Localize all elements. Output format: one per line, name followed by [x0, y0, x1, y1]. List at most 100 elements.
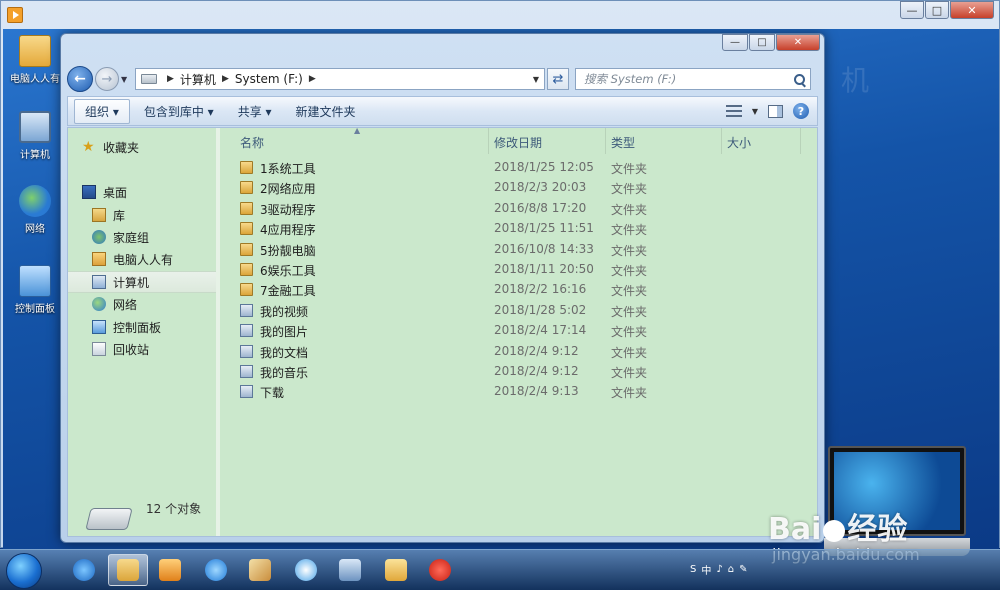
chevron-right-icon[interactable]: ▶	[222, 74, 229, 84]
file-row[interactable]: 2网络应用 2018/2/3 20:03 文件夹	[230, 178, 790, 198]
column-divider[interactable]	[605, 128, 606, 154]
file-row[interactable]: 5扮靓电脑 2016/10/8 14:33 文件夹	[230, 240, 790, 260]
column-header-type[interactable]: 类型	[611, 134, 635, 151]
file-manager-icon	[385, 559, 407, 581]
column-header-date[interactable]: 修改日期	[494, 134, 542, 151]
explorer-maximize-button[interactable]: □	[749, 34, 775, 51]
help-icon[interactable]: ?	[793, 103, 809, 119]
new-folder-button[interactable]: 新建文件夹	[286, 100, 366, 123]
column-divider[interactable]	[800, 128, 801, 154]
search-icon[interactable]	[794, 73, 805, 85]
file-row[interactable]: 3驱动程序 2016/8/8 17:20 文件夹	[230, 199, 790, 219]
file-name: 1系统工具	[260, 162, 316, 176]
faint-watermark: 机	[840, 64, 869, 97]
search-input[interactable]: 搜索 System (F:)	[575, 68, 811, 90]
file-row[interactable]: 6娱乐工具 2018/1/11 20:50 文件夹	[230, 260, 790, 280]
chevron-right-icon[interactable]: ▶	[309, 74, 316, 84]
homegroup-icon	[92, 230, 106, 244]
tray-sound-icon[interactable]: ♪	[716, 564, 722, 575]
nav-item-label: 回收站	[113, 342, 150, 357]
column-divider[interactable]	[488, 128, 489, 154]
file-type: 文件夹	[611, 202, 648, 217]
desktop-icon-control-panel[interactable]: 控制面板	[7, 265, 63, 315]
column-header-size[interactable]: 大小	[727, 134, 751, 151]
taskbar-chess[interactable]	[420, 554, 460, 586]
nav-item-label: 桌面	[103, 185, 128, 200]
explorer-minimize-button[interactable]: —	[722, 34, 748, 51]
outer-maximize-button[interactable]: □	[925, 1, 949, 19]
taskbar-cloud[interactable]	[286, 554, 326, 586]
baidu-logo-right: 经验	[847, 512, 908, 547]
nav-item-network[interactable]: 网络	[68, 293, 216, 315]
taskbar-remote-desktop[interactable]	[330, 554, 370, 586]
file-date: 2018/2/4 9:13	[494, 384, 579, 399]
desktop-icon-label: 电脑人人有	[10, 74, 60, 85]
share-button[interactable]: 共享 ▾	[228, 100, 282, 123]
file-row[interactable]: 我的图片 2018/2/4 17:14 文件夹	[230, 321, 790, 341]
nav-item-libraries[interactable]: 库	[68, 204, 216, 226]
outer-minimize-button[interactable]: —	[900, 1, 924, 19]
folder-icon	[240, 161, 253, 174]
taskbar-chat[interactable]	[196, 554, 236, 586]
explorer-icon	[117, 559, 139, 581]
outer-titlebar: — □ ✕	[1, 1, 999, 29]
file-row[interactable]: 我的文档 2018/2/4 9:12 文件夹	[230, 342, 790, 362]
change-view-icon[interactable]	[725, 105, 742, 117]
file-list: ▲ 名称 修改日期 类型 大小 1系统工具 2018/1/25 12:05 文件夹 2…	[224, 126, 817, 536]
tray-pen-icon[interactable]: ✎	[739, 564, 747, 575]
taskbar-media-player[interactable]	[150, 554, 190, 586]
nav-item-label: 网络	[113, 297, 138, 312]
file-row[interactable]: 我的音乐 2018/2/4 9:12 文件夹	[230, 362, 790, 382]
explorer-close-button[interactable]: ✕	[776, 34, 820, 51]
file-date: 2018/2/4 9:12	[494, 364, 579, 378]
preview-pane-icon[interactable]	[768, 104, 783, 118]
file-row[interactable]: 7金融工具 2018/2/2 16:16 文件夹	[230, 280, 790, 300]
start-button[interactable]	[6, 553, 42, 589]
organize-button[interactable]: 组织 ▾	[74, 98, 130, 124]
documents-folder-icon	[240, 344, 253, 358]
taskbar-paint[interactable]	[240, 554, 280, 586]
toolbar-right-group: ▼ ?	[725, 103, 809, 119]
forward-button[interactable]: →	[95, 67, 119, 91]
library-icon	[92, 208, 106, 222]
nav-item-control-panel[interactable]: 控制面板	[68, 316, 216, 338]
taskbar-internet-explorer[interactable]	[64, 554, 104, 586]
file-row[interactable]: 1系统工具 2018/1/25 12:05 文件夹	[230, 158, 790, 178]
address-dropdown-icon[interactable]: ▼	[528, 75, 544, 84]
view-dropdown-icon[interactable]: ▼	[752, 107, 758, 116]
file-row[interactable]: 4应用程序 2018/1/25 11:51 文件夹	[230, 219, 790, 239]
breadcrumb-computer[interactable]: 计算机	[180, 71, 216, 88]
nav-item-recycle-bin[interactable]: 回收站	[68, 338, 216, 360]
chess-icon	[429, 559, 451, 581]
outer-close-button[interactable]: ✕	[950, 1, 994, 19]
nav-item-desktop[interactable]: 桌面	[68, 181, 216, 203]
desktop-icon-computer[interactable]: 计算机	[7, 111, 63, 161]
nav-item-user-folder[interactable]: 电脑人人有	[68, 248, 216, 270]
folder-icon	[240, 181, 253, 195]
file-date: 2016/10/8 14:33	[494, 241, 594, 256]
nav-item-favorites[interactable]: ★ 收藏夹	[68, 136, 216, 158]
file-date: 2018/2/2 16:16	[494, 282, 587, 297]
tray-network-icon[interactable]: ⌂	[728, 564, 734, 575]
file-row[interactable]: 我的视频 2018/1/28 5:02 文件夹	[230, 301, 790, 321]
nav-item-computer[interactable]: 计算机	[68, 271, 216, 293]
taskbar-file-manager[interactable]	[376, 554, 416, 586]
include-in-library-button[interactable]: 包含到库中 ▾	[134, 100, 224, 123]
file-row[interactable]: 下载 2018/2/4 9:13 文件夹	[230, 382, 790, 402]
address-bar[interactable]: ▶ 计算机 ▶ System (F:) ▶ ▼	[135, 68, 545, 90]
breadcrumb-drive[interactable]: System (F:)	[235, 72, 303, 86]
taskbar-explorer[interactable]	[108, 554, 148, 586]
nav-item-homegroup[interactable]: 家庭组	[68, 226, 216, 248]
computer-icon	[92, 275, 106, 289]
back-button[interactable]: ←	[67, 66, 93, 92]
tray-language-icon[interactable]: 中	[701, 562, 711, 577]
column-header-name[interactable]: 名称	[240, 134, 264, 151]
chevron-right-icon[interactable]: ▶	[167, 74, 174, 84]
refresh-button[interactable]: ⇄	[547, 68, 569, 90]
desktop-icon-network[interactable]: 网络	[7, 185, 63, 235]
column-divider[interactable]	[721, 128, 722, 154]
desktop-icon-user-folder[interactable]: 电脑人人有	[7, 35, 63, 85]
tray-input-icon[interactable]: S	[690, 564, 696, 575]
history-dropdown-icon[interactable]: ▼	[121, 75, 131, 84]
paint-icon	[249, 559, 271, 581]
